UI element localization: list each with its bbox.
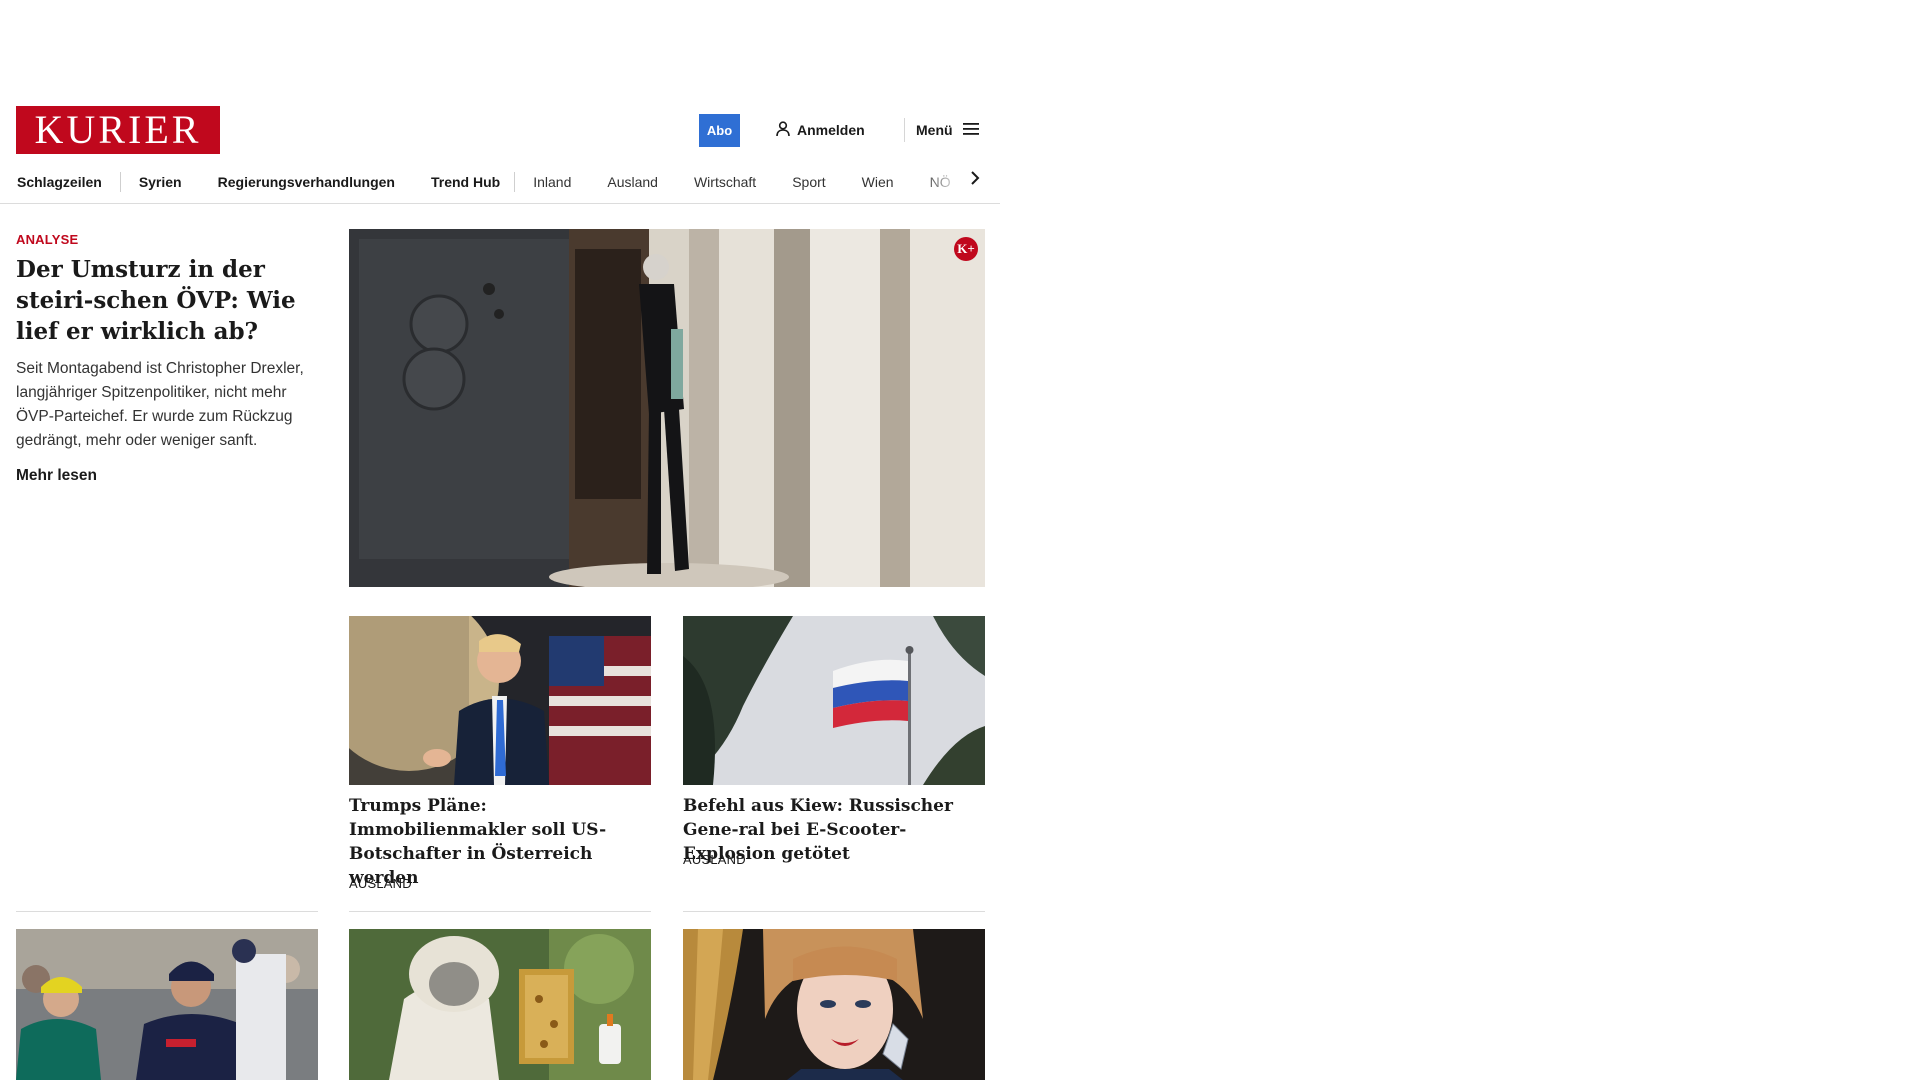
menu-label: Menü bbox=[916, 122, 953, 138]
abo-button[interactable]: Abo bbox=[699, 114, 740, 147]
lead-teaser: Seit Montagabend ist Christopher Drexler… bbox=[16, 360, 304, 449]
nav-item-ausland[interactable]: Ausland bbox=[589, 172, 676, 192]
main-navigation: Schlagzeilen Syrien Regierungsverhandlun… bbox=[0, 160, 1000, 204]
lead-article-text: ANALYSE Der Umsturz in der steiri-schen … bbox=[16, 232, 316, 485]
card-category[interactable]: AUSLAND bbox=[683, 852, 746, 867]
card-image-formula1[interactable] bbox=[16, 929, 318, 1080]
nav-item-syrien[interactable]: Syrien bbox=[121, 172, 200, 192]
login-button[interactable]: Anmelden bbox=[776, 118, 865, 142]
card-category[interactable]: AUSLAND bbox=[349, 876, 412, 891]
nav-item-inland[interactable]: Inland bbox=[515, 172, 589, 192]
nav-item-regierungsverhandlungen[interactable]: Regierungsverhandlungen bbox=[200, 172, 413, 192]
card-image-russia-flag[interactable] bbox=[683, 616, 985, 785]
nav-item-wirtschaft[interactable]: Wirtschaft bbox=[676, 172, 774, 192]
nav-item-schlagzeilen[interactable]: Schlagzeilen bbox=[17, 172, 120, 192]
menu-button[interactable]: Menü bbox=[916, 118, 979, 142]
kurier-logo[interactable]: KURIER bbox=[16, 106, 220, 154]
card-image-beekeeper[interactable] bbox=[349, 929, 651, 1080]
card-image-taylor-swift[interactable] bbox=[683, 929, 985, 1080]
nav-item-trend-hub[interactable]: Trend Hub bbox=[413, 172, 518, 192]
card-image-trump[interactable] bbox=[349, 616, 651, 785]
row-separator bbox=[683, 911, 985, 912]
lead-kicker: ANALYSE bbox=[16, 232, 79, 247]
chevron-right-icon[interactable] bbox=[968, 168, 982, 188]
lead-title[interactable]: Der Umsturz in der steiri-schen ÖVP: Wie… bbox=[16, 254, 316, 347]
lead-image[interactable]: K+ bbox=[349, 229, 985, 587]
row-separator bbox=[349, 911, 651, 912]
row-separator bbox=[16, 911, 318, 912]
kplus-badge-icon: K+ bbox=[954, 237, 978, 261]
header-divider bbox=[904, 118, 905, 142]
read-more-link[interactable]: Mehr lesen bbox=[16, 467, 97, 485]
hamburger-icon bbox=[962, 122, 979, 139]
user-icon bbox=[776, 120, 790, 140]
nav-item-wien[interactable]: Wien bbox=[844, 172, 912, 192]
nav-item-sport[interactable]: Sport bbox=[774, 172, 843, 192]
page: KURIER Abo Anmelden Menü Schlagzeilen Sy… bbox=[0, 0, 1920, 1080]
login-label: Anmelden bbox=[797, 122, 865, 138]
